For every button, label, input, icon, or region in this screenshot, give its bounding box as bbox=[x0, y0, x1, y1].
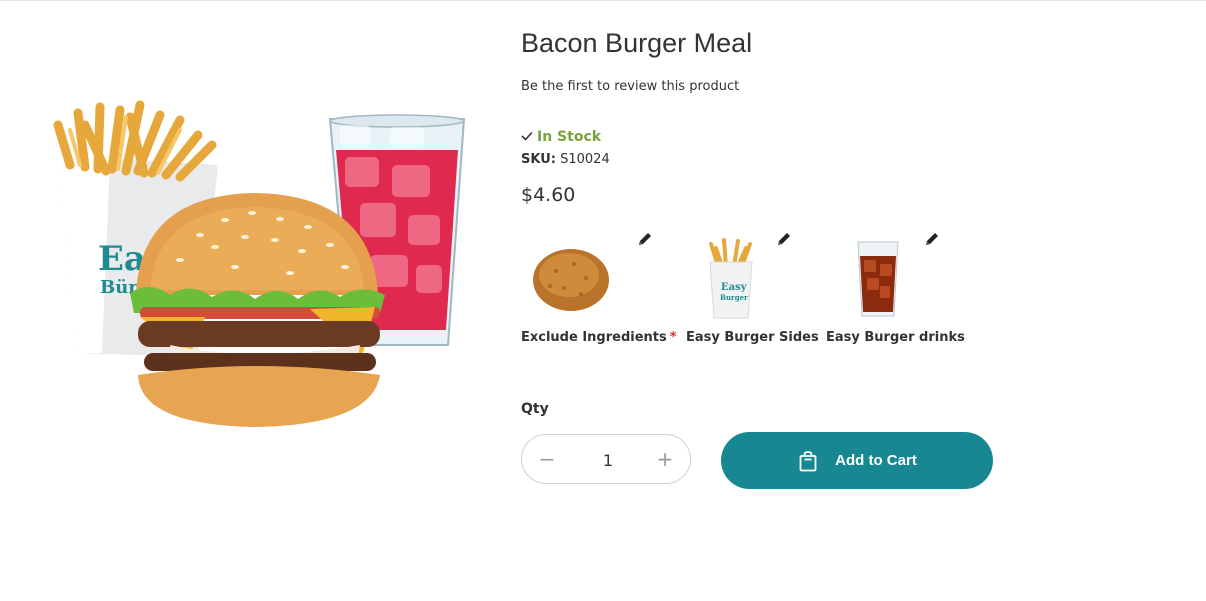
sku: SKU: S10024 bbox=[521, 152, 610, 167]
option-easy-burger-sides[interactable]: Easy Burger Easy Burger Sides bbox=[686, 230, 819, 355]
stock-label: In Stock bbox=[537, 129, 602, 145]
svg-text:Burger: Burger bbox=[720, 293, 748, 302]
qty-input[interactable] bbox=[577, 445, 639, 475]
option-label: Easy Burger Sides bbox=[686, 330, 819, 345]
shopping-bag-icon bbox=[797, 450, 819, 472]
sku-label: SKU: bbox=[521, 152, 556, 167]
pencil-icon[interactable] bbox=[924, 231, 940, 247]
option-exclude-ingredients[interactable]: Exclude Ingredients * bbox=[521, 230, 677, 355]
option-label: Easy Burger drinks bbox=[826, 330, 965, 345]
svg-text:Easy: Easy bbox=[721, 282, 748, 293]
product-price: $4.60 bbox=[521, 184, 576, 206]
add-to-cart-button[interactable]: Add to Cart bbox=[721, 432, 993, 489]
pencil-icon[interactable] bbox=[776, 231, 792, 247]
product-image[interactable]: Ea Bür bbox=[40, 95, 480, 440]
quantity-stepper: − + bbox=[521, 434, 691, 484]
review-link[interactable]: Be the first to review this product bbox=[521, 79, 739, 94]
stock-status: In Stock bbox=[521, 129, 601, 145]
add-to-cart-label: Add to Cart bbox=[835, 452, 917, 469]
pencil-icon[interactable] bbox=[637, 231, 653, 247]
option-label-text: Exclude Ingredients bbox=[521, 330, 667, 345]
product-info: Bacon Burger Meal Be the first to review… bbox=[521, 0, 1201, 601]
option-easy-burger-drinks[interactable]: Easy Burger drinks bbox=[826, 230, 976, 355]
qty-label: Qty bbox=[521, 401, 549, 417]
product-options: Exclude Ingredients * Easy Burger Easy B… bbox=[521, 230, 981, 355]
burger-meal-image: Ea Bür bbox=[53, 100, 466, 427]
croquette-thumbnail[interactable] bbox=[526, 236, 616, 321]
required-marker: * bbox=[669, 330, 677, 345]
option-label: Exclude Ingredients * bbox=[521, 330, 677, 345]
increase-qty-button[interactable]: + bbox=[640, 435, 690, 483]
soda-thumbnail[interactable] bbox=[832, 236, 922, 321]
fries-thumbnail[interactable]: Easy Burger bbox=[686, 236, 776, 321]
sku-value: S10024 bbox=[560, 152, 610, 167]
decrease-qty-button[interactable]: − bbox=[522, 435, 572, 483]
check-icon bbox=[521, 130, 533, 142]
product-title: Bacon Burger Meal bbox=[521, 28, 753, 58]
